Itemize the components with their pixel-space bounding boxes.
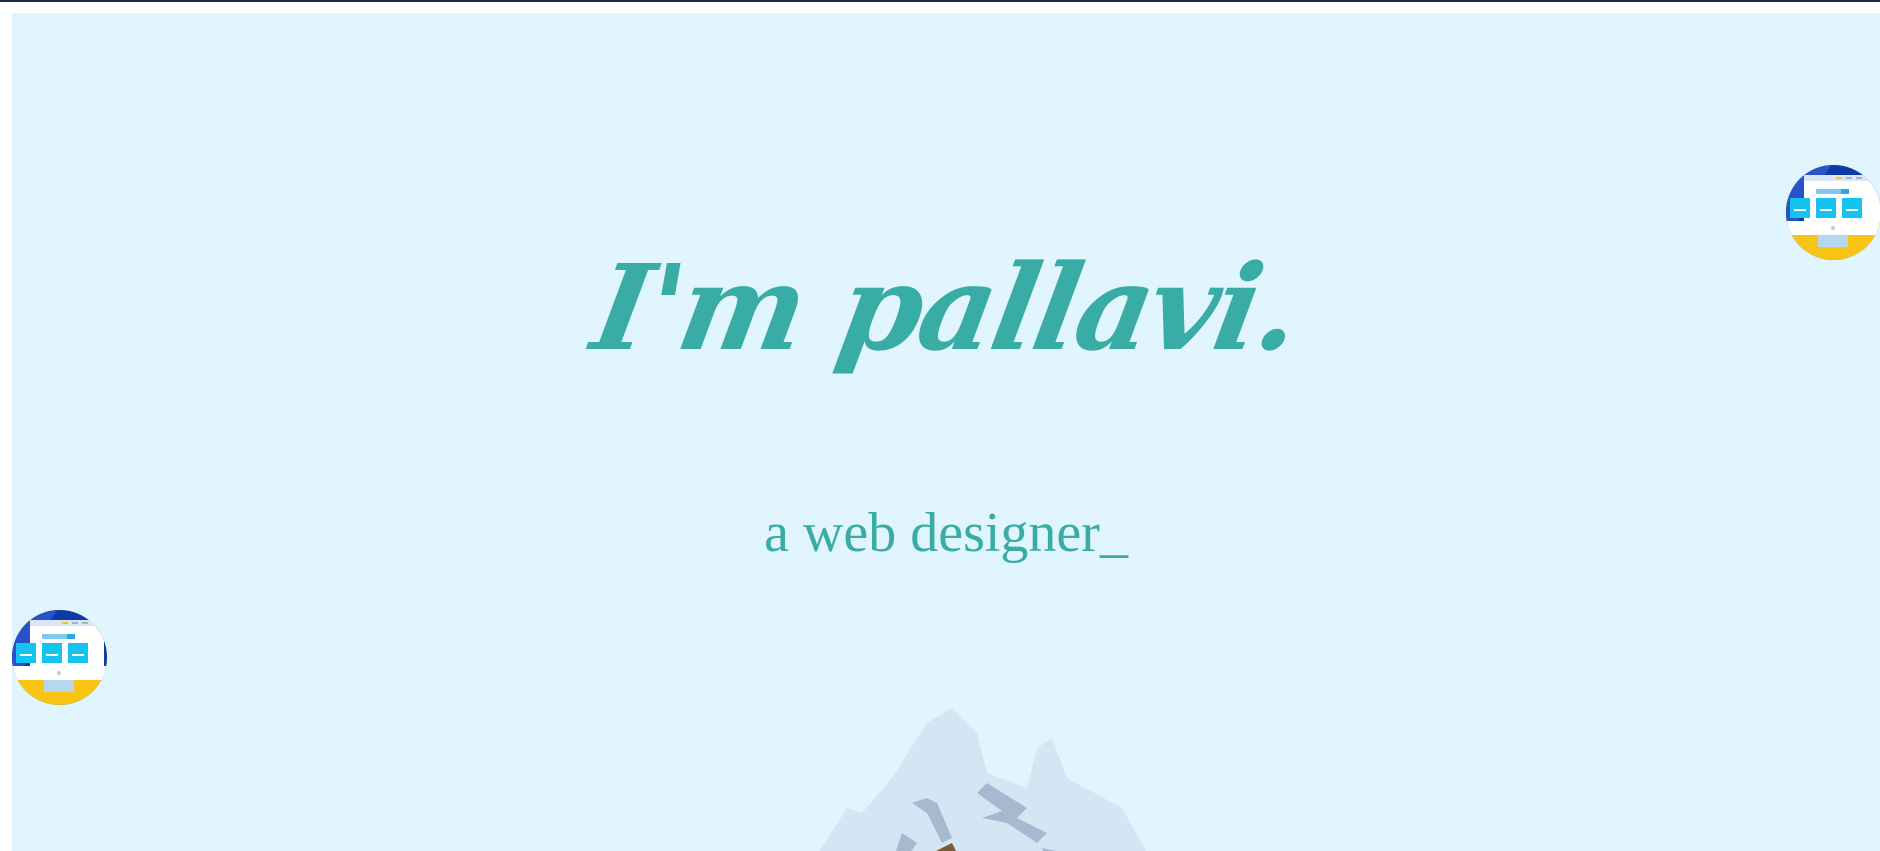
hero-section: I'm pallavi. a web designer_: [12, 13, 1880, 851]
top-border: [0, 0, 1880, 2]
hero-heading: I'm pallavi.: [583, 238, 1309, 377]
desktop-website-icon: [12, 610, 107, 705]
subtitle-text: a web designer: [764, 502, 1100, 564]
hero-subtitle: a web designer_: [12, 502, 1880, 565]
desktop-website-icon: [1786, 165, 1880, 260]
typing-cursor: _: [1099, 502, 1128, 564]
snowy-mountain-icon: [792, 693, 1192, 851]
